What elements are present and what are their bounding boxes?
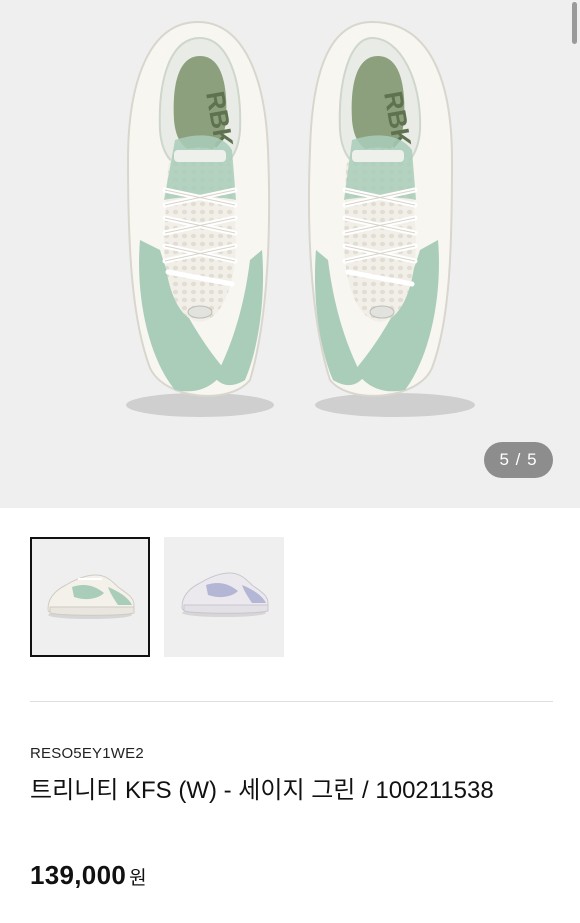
price-currency: 원 [129, 868, 147, 889]
left-shoe: RBK [126, 20, 274, 417]
right-shoe: RBK [307, 20, 475, 417]
product-image-gallery[interactable]: RBK RBK 5 / 5 [0, 0, 580, 508]
sneaker-side-view-image [47, 574, 135, 619]
image-counter-badge: 5 / 5 [484, 442, 553, 478]
thumbnail-lavender[interactable] [164, 537, 284, 657]
scrollbar[interactable] [572, 2, 577, 44]
product-title: 트리니티 KFS (W) - 세이지 그린 / 100211538 [30, 777, 494, 804]
sneaker-pair-top-view-image: RBK RBK [126, 20, 475, 417]
price-amount: 139,000 [30, 860, 127, 890]
product-sku: RESO5EY1WE2 [30, 745, 144, 762]
product-price: 139,000 원 [30, 860, 147, 891]
thumbnail-sage-green[interactable] [30, 537, 150, 657]
sneaker-side-view-image [181, 572, 269, 617]
section-divider [30, 701, 553, 702]
